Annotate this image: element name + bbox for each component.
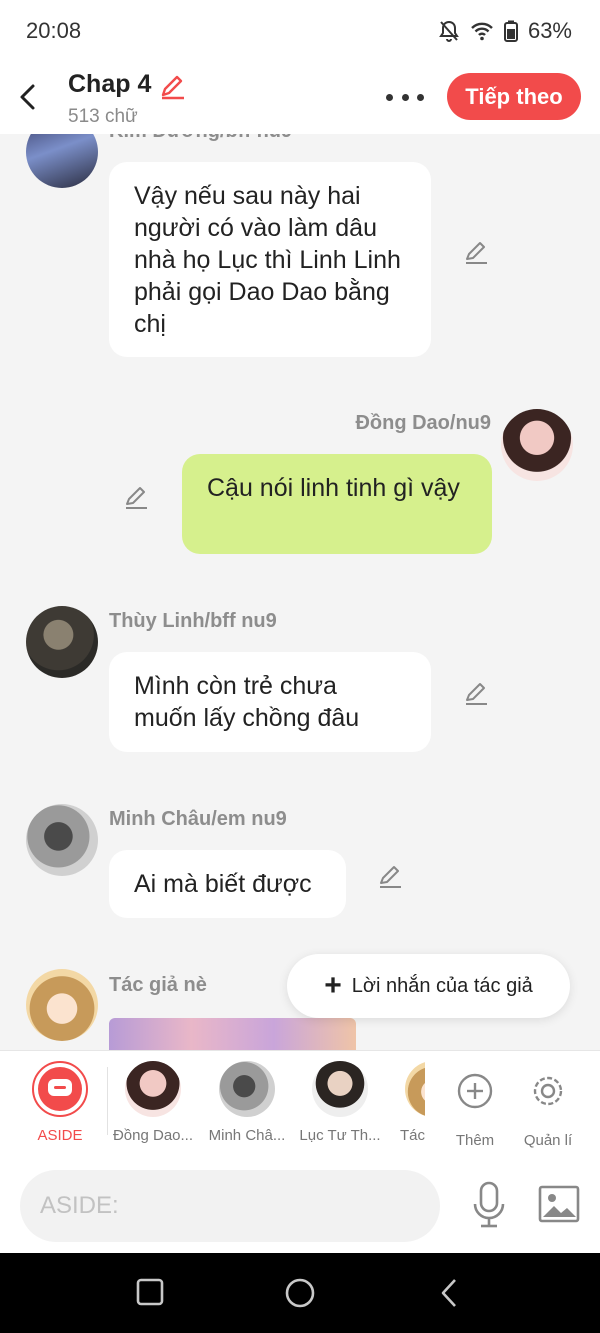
avatar [405, 1061, 425, 1117]
avatar [125, 1061, 181, 1117]
edit-message-icon[interactable] [376, 862, 404, 890]
gear-icon [533, 1076, 563, 1106]
add-circle-icon [457, 1073, 493, 1109]
battery-icon [503, 20, 518, 42]
manage-button[interactable]: Quản lí [502, 1061, 594, 1149]
avatar-kim-duong[interactable] [26, 134, 98, 188]
character-luc-tu-th[interactable]: Lục Tư Th... [294, 1061, 386, 1144]
edit-message-icon[interactable] [122, 483, 150, 511]
chat-bubble-icon [48, 1079, 72, 1096]
bell-off-icon [439, 20, 459, 42]
sender-name: Kim Dương/bff nu9 [109, 134, 292, 143]
sender-name: Tác giả nè [109, 974, 207, 996]
message-bubble[interactable]: Vậy nếu sau này hai người có vào làm dâu… [109, 162, 431, 357]
author-note-button[interactable]: + Lời nhắn của tác giả [287, 954, 570, 1018]
avatar-dong-dao[interactable] [501, 409, 573, 481]
back-arrow-icon[interactable] [14, 80, 42, 114]
status-time: 20:08 [26, 18, 82, 43]
character-label: Minh Châ... [208, 1127, 286, 1144]
message-bubble[interactable]: Mình còn trẻ chưa muốn lấy chồng đâu [109, 652, 431, 752]
character-label: Đồng Dao... [112, 1127, 194, 1144]
character-label: ASIDE [37, 1127, 83, 1144]
message-bubble-own[interactable]: Cậu nói linh tinh gì vậy [182, 454, 492, 554]
status-icons: 63% [438, 18, 572, 44]
word-count: 513 chữ [68, 106, 138, 127]
sender-name: Minh Châu/em nu9 [109, 808, 287, 830]
more-options-icon[interactable] [386, 84, 424, 110]
avatar-minh-chau[interactable] [26, 804, 98, 876]
image-icon[interactable] [538, 1184, 580, 1224]
microphone-icon[interactable] [470, 1180, 508, 1230]
plus-icon: + [324, 969, 342, 1002]
character-bar: ASIDE Đồng Dao... Minh Châ... Lục Tư Th.… [0, 1050, 600, 1159]
avatar [219, 1061, 275, 1117]
edit-message-icon[interactable] [462, 238, 490, 266]
battery-percent: 63% [527, 18, 572, 43]
character-label: Lục Tư Th... [299, 1127, 381, 1144]
edit-title-icon[interactable] [158, 72, 186, 100]
sender-name: Đồng Dao/nu9 [355, 412, 491, 434]
message-bubble[interactable]: Ai mà biết được [109, 850, 346, 918]
message-input[interactable] [20, 1170, 440, 1242]
edit-message-icon[interactable] [462, 679, 490, 707]
status-bar: 20:08 63% [0, 0, 600, 62]
image-message[interactable] [109, 1018, 356, 1050]
aside-avatar [32, 1061, 88, 1117]
input-bar [0, 1158, 600, 1253]
home-icon[interactable] [284, 1277, 316, 1309]
sender-name: Thùy Linh/bff nu9 [109, 610, 277, 632]
system-nav-bar [0, 1253, 600, 1333]
character-dong-dao[interactable]: Đồng Dao... [107, 1061, 199, 1144]
character-aside[interactable]: ASIDE [14, 1061, 106, 1144]
chapter-title: Chap 4 [68, 70, 152, 98]
chat-area[interactable]: Kim Dương/bff nu9 Vậy nếu sau này hai ng… [0, 134, 600, 1050]
recents-icon[interactable] [136, 1277, 164, 1307]
back-icon[interactable] [438, 1277, 460, 1309]
next-button[interactable]: Tiếp theo [447, 73, 581, 120]
character-label: Tác [400, 1127, 425, 1144]
character-minh-chau[interactable]: Minh Châ... [201, 1061, 293, 1144]
avatar-author[interactable] [26, 969, 98, 1041]
manage-label: Quản lí [523, 1132, 573, 1149]
author-note-label: Lời nhắn của tác giả [351, 974, 533, 997]
avatar-thuy-linh[interactable] [26, 606, 98, 678]
top-bar: Chap 4 513 chữ Tiếp theo [0, 62, 600, 134]
avatar [312, 1061, 368, 1117]
wifi-icon [471, 22, 493, 41]
character-author[interactable]: Tác [387, 1061, 425, 1144]
